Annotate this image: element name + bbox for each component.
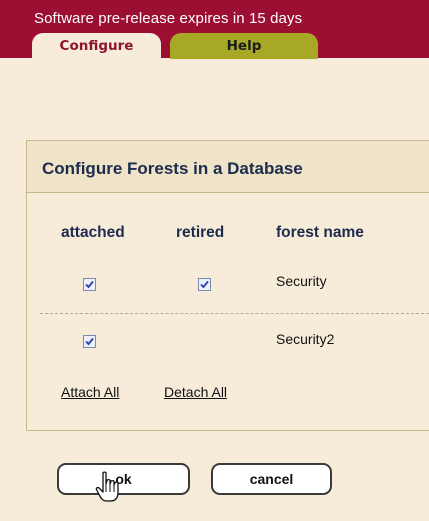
prerelease-banner: Software pre-release expires in 15 days <box>34 10 303 27</box>
attached-checkbox-security2[interactable] <box>83 335 96 348</box>
attach-all-link[interactable]: Attach All <box>61 384 119 400</box>
panel-header: Configure Forests in a Database <box>27 141 429 193</box>
hand-cursor-icon <box>95 471 119 502</box>
tab-configure[interactable]: Configure <box>32 33 161 60</box>
panel-title: Configure Forests in a Database <box>42 159 303 178</box>
tab-help[interactable]: Help <box>170 33 318 59</box>
retired-checkbox-security[interactable] <box>198 278 211 291</box>
detach-all-link[interactable]: Detach All <box>164 384 227 400</box>
forest-name-security: Security <box>276 273 327 289</box>
column-header-retired: retired <box>176 224 225 241</box>
ok-button[interactable]: ok <box>57 463 190 495</box>
column-header-attached: attached <box>61 224 125 241</box>
cancel-button[interactable]: cancel <box>211 463 332 495</box>
attached-checkbox-security[interactable] <box>83 278 96 291</box>
checkmark-icon <box>200 280 209 289</box>
forest-name-security2: Security2 <box>276 331 335 347</box>
checkmark-icon <box>85 337 94 346</box>
checkmark-icon <box>85 280 94 289</box>
row-divider <box>40 313 429 314</box>
column-header-forest-name: forest name <box>276 224 364 241</box>
